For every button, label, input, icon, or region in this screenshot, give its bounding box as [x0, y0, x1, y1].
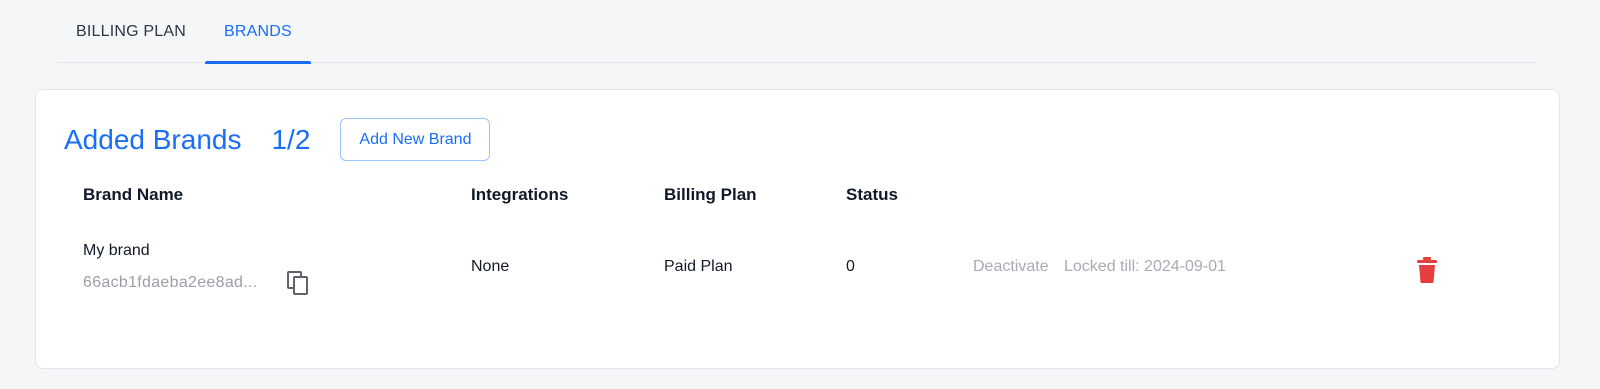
table-row: My brand 66acb1fdaeba2ee8ad... None Paid…: [56, 222, 1541, 314]
brand-id: 66acb1fdaeba2ee8ad...: [83, 274, 258, 291]
brand-name: My brand: [83, 242, 150, 259]
header-status: Status: [846, 185, 898, 204]
add-new-brand-button[interactable]: Add New Brand: [340, 118, 491, 161]
header-brand-name: Brand Name: [83, 185, 184, 204]
page-title: Added Brands: [64, 123, 242, 155]
tab-brands[interactable]: BRANDS: [205, 0, 311, 64]
trash-icon[interactable]: [1416, 257, 1438, 283]
deactivate-link[interactable]: Deactivate: [973, 258, 1049, 276]
tab-billing-plan[interactable]: BILLING PLAN: [57, 0, 205, 63]
locked-till-text: Locked till: 2024-09-01: [1064, 258, 1226, 275]
brands-card: Added Brands 1/2 Add New Brand Brand Nam…: [35, 89, 1560, 369]
brand-count: 1/2: [271, 123, 311, 155]
copy-icon[interactable]: [286, 270, 310, 296]
integrations-value: None: [471, 258, 510, 275]
header-integrations: Integrations: [471, 185, 569, 204]
status-value: 0: [846, 258, 855, 275]
card-header: Added Brands 1/2 Add New Brand: [64, 118, 491, 161]
tab-bar: BILLING PLAN BRANDS: [57, 0, 1537, 64]
header-billing-plan: Billing Plan: [664, 185, 757, 204]
billing-plan-value: Paid Plan: [664, 258, 733, 275]
